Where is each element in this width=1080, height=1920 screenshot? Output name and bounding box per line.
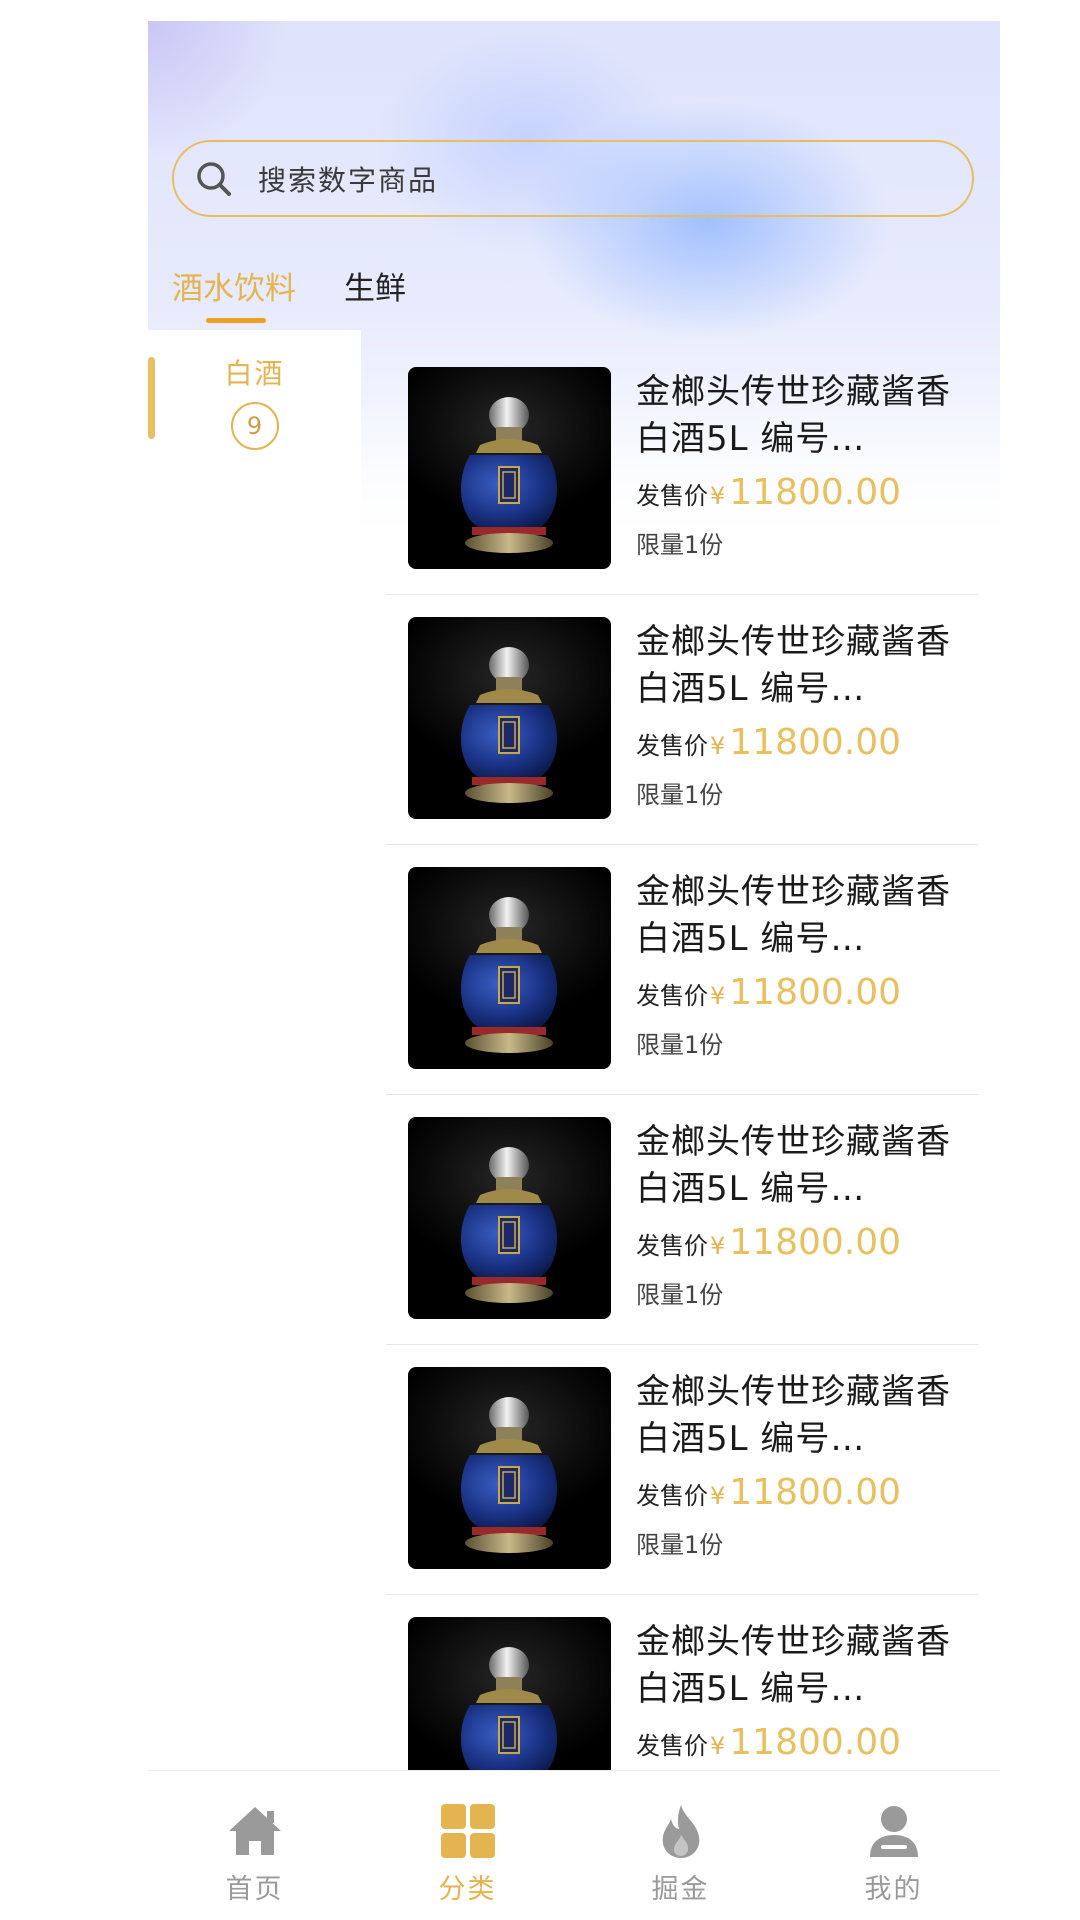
price-value: 11800.00 xyxy=(729,972,902,1013)
tab-drinks[interactable]: 酒水饮料 xyxy=(172,263,296,323)
product-limit: 限量1份 xyxy=(636,1281,724,1309)
sidebar-active-indicator xyxy=(148,357,155,439)
price-label: 发售价 xyxy=(636,982,708,1010)
price-currency: ¥ xyxy=(710,732,726,760)
product-image-bottle xyxy=(461,1647,557,1775)
product-card[interactable]: 金榔头传世珍藏酱香白酒5L 编号… 发售价 ¥ 11800.00 限量1份 xyxy=(386,345,978,595)
product-card[interactable]: 金榔头传世珍藏酱香白酒5L 编号… 发售价 ¥ 11800.00 限量1份 xyxy=(386,1095,978,1345)
nav-label: 掘金 xyxy=(651,1874,710,1905)
nav-label: 分类 xyxy=(438,1874,497,1905)
nav-category[interactable]: 分类 xyxy=(361,1771,574,1920)
price-value: 11800.00 xyxy=(729,1472,902,1513)
tab-active-underline xyxy=(206,318,266,323)
nav-label: 我的 xyxy=(864,1874,923,1905)
home-icon xyxy=(228,1807,281,1855)
price-value: 11800.00 xyxy=(729,472,902,513)
product-title: 金榔头传世珍藏酱香白酒5L 编号… xyxy=(636,1372,951,1459)
product-title: 金榔头传世珍藏酱香白酒5L 编号… xyxy=(636,872,951,959)
flame-icon xyxy=(662,1805,699,1858)
category-icon xyxy=(440,1804,495,1858)
category-screen: 搜索数字商品 酒水饮料 生鲜 白酒 9 金榔头传世珍藏酱香白酒5L 编号… 发售… xyxy=(148,21,1000,1920)
nav-profile[interactable]: 我的 xyxy=(787,1771,1000,1920)
price-value: 11800.00 xyxy=(729,1722,902,1763)
category-tabs: 酒水饮料 生鲜 xyxy=(172,263,454,323)
product-title: 金榔头传世珍藏酱香白酒5L 编号… xyxy=(636,1622,951,1709)
product-price-row: 发售价 ¥ 11800.00 xyxy=(636,722,901,763)
product-card[interactable]: 金榔头传世珍藏酱香白酒5L 编号… 发售价 ¥ 11800.00 限量1份 xyxy=(386,845,978,1095)
product-price-row: 发售价 ¥ 11800.00 xyxy=(636,1472,901,1513)
tab-label: 生鲜 xyxy=(344,271,406,307)
product-list[interactable]: 金榔头传世珍藏酱香白酒5L 编号… 发售价 ¥ 11800.00 限量1份 金榔… xyxy=(386,345,978,1775)
search-input[interactable]: 搜索数字商品 xyxy=(258,159,438,199)
product-image xyxy=(408,1367,611,1569)
product-image-bottle xyxy=(460,397,558,553)
sidebar-item-label: 白酒 xyxy=(224,357,285,390)
product-card[interactable]: 金榔头传世珍藏酱香白酒5L 编号… 发售价 ¥ 11800.00 限量1份 xyxy=(386,595,978,845)
price-currency: ¥ xyxy=(710,1732,726,1760)
tab-fresh[interactable]: 生鲜 xyxy=(344,263,406,323)
price-label: 发售价 xyxy=(636,1232,708,1260)
product-title: 金榔头传世珍藏酱香白酒5L 编号… xyxy=(636,622,951,709)
search-bar[interactable]: 搜索数字商品 xyxy=(172,140,974,217)
nav-discover[interactable]: 掘金 xyxy=(574,1771,787,1920)
page: 搜索数字商品 酒水饮料 生鲜 白酒 9 金榔头传世珍藏酱香白酒5L 编号… 发售… xyxy=(0,0,1080,1920)
product-limit: 限量1份 xyxy=(636,531,724,559)
product-price-row: 发售价 ¥ 11800.00 xyxy=(636,972,901,1013)
price-label: 发售价 xyxy=(636,732,708,760)
product-image-bottle xyxy=(460,1397,558,1553)
product-card[interactable]: 金榔头传世珍藏酱香白酒5L 编号… 发售价 ¥ 11800.00 xyxy=(386,1595,978,1775)
product-image xyxy=(408,617,611,819)
product-card[interactable]: 金榔头传世珍藏酱香白酒5L 编号… 发售价 ¥ 11800.00 限量1份 xyxy=(386,1345,978,1595)
product-price-row: 发售价 ¥ 11800.00 xyxy=(636,1722,901,1763)
product-image xyxy=(408,367,611,569)
product-image-bottle xyxy=(460,897,558,1053)
tab-label: 酒水饮料 xyxy=(172,271,296,307)
product-title: 金榔头传世珍藏酱香白酒5L 编号… xyxy=(636,372,951,459)
price-value: 11800.00 xyxy=(729,722,902,763)
product-title: 金榔头传世珍藏酱香白酒5L 编号… xyxy=(636,1122,951,1209)
price-currency: ¥ xyxy=(710,982,726,1010)
price-label: 发售价 xyxy=(636,1482,708,1510)
profile-icon xyxy=(869,1806,918,1857)
price-label: 发售价 xyxy=(636,482,708,510)
bottom-nav: 首页 分类 掘金 我的 xyxy=(148,1770,1000,1920)
sidebar-count-badge: 9 xyxy=(230,402,279,450)
product-limit: 限量1份 xyxy=(636,1531,724,1559)
price-currency: ¥ xyxy=(710,1232,726,1260)
price-currency: ¥ xyxy=(710,1482,726,1510)
nav-home[interactable]: 首页 xyxy=(148,1771,361,1920)
product-image-bottle xyxy=(460,1147,558,1303)
product-limit: 限量1份 xyxy=(636,1031,724,1059)
price-currency: ¥ xyxy=(710,482,726,510)
search-icon xyxy=(197,161,231,196)
subcategory-sidebar: 白酒 9 xyxy=(148,330,361,1770)
product-limit: 限量1份 xyxy=(636,781,724,809)
sidebar-item-baijiu[interactable]: 白酒 9 xyxy=(148,330,361,450)
product-price-row: 发售价 ¥ 11800.00 xyxy=(636,1222,901,1263)
price-label: 发售价 xyxy=(636,1732,708,1760)
product-image xyxy=(408,867,611,1069)
product-image xyxy=(408,1617,611,1775)
product-image-bottle xyxy=(460,647,558,803)
product-image xyxy=(408,1117,611,1319)
price-value: 11800.00 xyxy=(729,1222,902,1263)
product-price-row: 发售价 ¥ 11800.00 xyxy=(636,472,901,513)
nav-label: 首页 xyxy=(225,1874,284,1905)
